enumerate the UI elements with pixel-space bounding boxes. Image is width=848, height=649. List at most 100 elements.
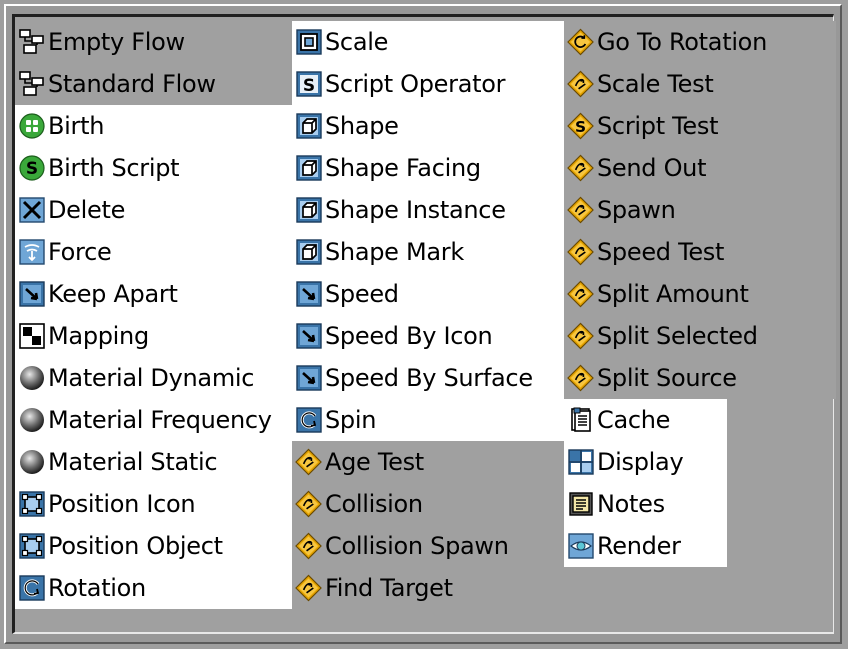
depot-item-scale[interactable]: Scale xyxy=(292,21,564,63)
depot-item-label: Rotation xyxy=(48,574,146,602)
test-icon xyxy=(567,322,594,350)
depot-item-spawn[interactable]: Spawn xyxy=(564,189,836,231)
depot-item-standard-flow[interactable]: Standard Flow xyxy=(15,63,292,105)
script-operator-icon: S xyxy=(295,71,322,98)
depot-item-scale-test[interactable]: Scale Test xyxy=(564,63,836,105)
depot-item-shape-instance[interactable]: Shape Instance xyxy=(292,189,564,231)
depot-item-label: Scale xyxy=(325,28,389,56)
depot-item-mapping[interactable]: Mapping xyxy=(15,315,292,357)
depot-item-label: Split Source xyxy=(597,364,737,392)
depot-item-send-out[interactable]: Send Out xyxy=(564,147,836,189)
depot-item-label: Mapping xyxy=(48,322,149,350)
depot-item-speed[interactable]: Speed xyxy=(292,273,564,315)
depot-item-label: Empty Flow xyxy=(48,28,185,56)
depot-list-area[interactable]: Empty Flow Standard Flow Birth S Birth S… xyxy=(12,14,836,634)
display-icon xyxy=(567,449,594,476)
depot-item-label: Speed By Icon xyxy=(325,322,493,350)
depot-item-label: Spawn xyxy=(597,196,676,224)
depot-item-label: Split Selected xyxy=(597,322,758,350)
depot-item-label: Go To Rotation xyxy=(597,28,767,56)
depot-item-label: Display xyxy=(597,448,684,476)
test-icon xyxy=(567,238,594,266)
delete-icon xyxy=(18,197,45,224)
depot-item-render[interactable]: Render xyxy=(564,525,727,567)
shape-icon xyxy=(295,155,322,182)
depot-item-label: Material Frequency xyxy=(48,406,272,434)
svg-text:S: S xyxy=(302,76,314,96)
depot-item-label: Notes xyxy=(597,490,665,518)
depot-item-keep-apart[interactable]: Keep Apart xyxy=(15,273,292,315)
depot-item-collision[interactable]: Collision xyxy=(292,483,564,525)
depot-item-position-object[interactable]: Position Object xyxy=(15,525,292,567)
depot-item-label: Position Object xyxy=(48,532,223,560)
depot-item-label: Shape Facing xyxy=(325,154,481,182)
position-icon xyxy=(18,491,45,518)
depot-item-age-test[interactable]: Age Test xyxy=(292,441,564,483)
depot-item-label: Split Amount xyxy=(597,280,749,308)
depot-item-label: Speed Test xyxy=(597,238,725,266)
depot-item-script-operator[interactable]: S Script Operator xyxy=(292,63,564,105)
depot-item-label: Scale Test xyxy=(597,70,714,98)
depot-item-script-test[interactable]: S Script Test xyxy=(564,105,836,147)
goto-rotation-icon xyxy=(567,28,594,56)
depot-item-material-static[interactable]: Material Static xyxy=(15,441,292,483)
depot-item-go-to-rotation[interactable]: Go To Rotation xyxy=(564,21,836,63)
depot-item-label: Material Dynamic xyxy=(48,364,255,392)
depot-item-split-source[interactable]: Split Source xyxy=(564,357,836,399)
depot-item-shape-mark[interactable]: Shape Mark xyxy=(292,231,564,273)
depot-item-split-selected[interactable]: Split Selected xyxy=(564,315,836,357)
depot-item-position-icon[interactable]: Position Icon xyxy=(15,483,292,525)
depot-item-label: Shape Mark xyxy=(325,238,464,266)
depot-item-label: Birth Script xyxy=(48,154,180,182)
depot-column-3: Go To Rotation Scale Test S Script Test … xyxy=(564,21,836,567)
depot-item-display[interactable]: Display xyxy=(564,441,727,483)
svg-text:S: S xyxy=(575,118,586,136)
depot-item-label: Render xyxy=(597,532,681,560)
depot-item-split-amount[interactable]: Split Amount xyxy=(564,273,836,315)
depot-item-speed-by-surface[interactable]: Speed By Surface xyxy=(292,357,564,399)
depot-item-label: Birth xyxy=(48,112,105,140)
sphere-icon xyxy=(18,365,45,392)
depot-item-cache[interactable]: Cache xyxy=(564,399,727,441)
scale-icon xyxy=(295,29,322,56)
depot-item-shape[interactable]: Shape xyxy=(292,105,564,147)
test-icon xyxy=(567,196,594,224)
depot-item-delete[interactable]: Delete xyxy=(15,189,292,231)
test-icon xyxy=(567,70,594,98)
depot-item-label: Shape Instance xyxy=(325,196,506,224)
depot-item-spin[interactable]: Spin xyxy=(292,399,564,441)
depot-item-rotation[interactable]: Rotation xyxy=(15,567,292,609)
depot-item-label: Force xyxy=(48,238,112,266)
depot-item-label: Speed xyxy=(325,280,399,308)
depot-item-label: Speed By Surface xyxy=(325,364,533,392)
shape-icon xyxy=(295,113,322,140)
rotation-icon xyxy=(18,575,45,602)
force-icon xyxy=(18,239,45,266)
depot-item-label: Collision xyxy=(325,490,423,518)
depot-item-label: Age Test xyxy=(325,448,424,476)
position-icon xyxy=(18,533,45,560)
particle-view-depot: Empty Flow Standard Flow Birth S Birth S… xyxy=(4,4,842,644)
shape-icon xyxy=(295,239,322,266)
test-icon xyxy=(295,532,322,560)
depot-item-force[interactable]: Force xyxy=(15,231,292,273)
rotation-icon xyxy=(295,407,322,434)
depot-item-material-frequency[interactable]: Material Frequency xyxy=(15,399,292,441)
depot-item-collision-spawn[interactable]: Collision Spawn xyxy=(292,525,564,567)
depot-item-birth[interactable]: Birth xyxy=(15,105,292,147)
arrow-icon xyxy=(295,281,322,308)
arrow-icon xyxy=(295,365,322,392)
depot-item-empty-flow[interactable]: Empty Flow xyxy=(15,21,292,63)
depot-item-speed-by-icon[interactable]: Speed By Icon xyxy=(292,315,564,357)
test-icon xyxy=(295,490,322,518)
depot-item-notes[interactable]: Notes xyxy=(564,483,727,525)
depot-item-shape-facing[interactable]: Shape Facing xyxy=(292,147,564,189)
depot-item-material-dynamic[interactable]: Material Dynamic xyxy=(15,357,292,399)
depot-item-label: Script Test xyxy=(597,112,719,140)
depot-item-birth-script[interactable]: S Birth Script xyxy=(15,147,292,189)
depot-item-speed-test[interactable]: Speed Test xyxy=(564,231,836,273)
depot-item-find-target[interactable]: Find Target xyxy=(292,567,564,609)
flow-icon xyxy=(18,29,45,56)
sphere-icon xyxy=(18,449,45,476)
depot-item-label: Delete xyxy=(48,196,126,224)
